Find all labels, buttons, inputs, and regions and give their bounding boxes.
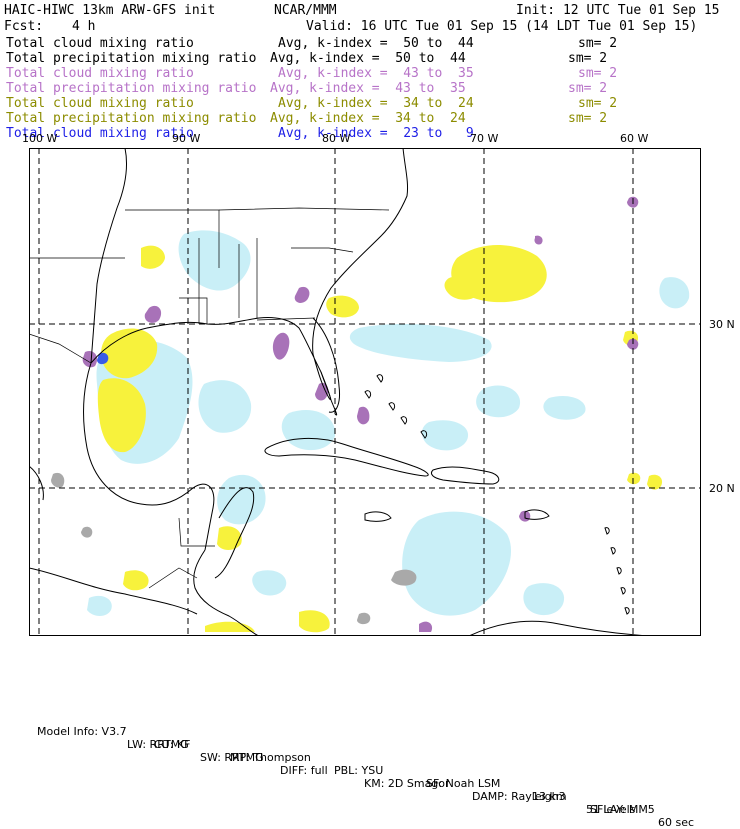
model-version: Model Info: V3.7 bbox=[37, 725, 127, 738]
eddy-coefficient: KM: 2D Smagor bbox=[364, 777, 450, 790]
legend-field: Total precipitation mixing ratio bbox=[6, 81, 257, 96]
legend-smoothing: sm= 2 bbox=[568, 111, 608, 126]
forecast-label: Fcst: bbox=[4, 19, 44, 34]
forecast-map bbox=[29, 148, 701, 636]
legend-range: Avg, k-index = 43 to 35 bbox=[270, 81, 466, 96]
init-time: Init: 12 UTC Tue 01 Sep 15 bbox=[516, 3, 720, 18]
lon-label: 80 W bbox=[322, 132, 351, 145]
valid-time: Valid: 16 UTC Tue 01 Sep 15 (14 LDT Tue … bbox=[306, 19, 698, 34]
legend-row: Total cloud mixing ratio Avg, k-index = … bbox=[6, 96, 726, 111]
organization: NCAR/MMM bbox=[274, 3, 337, 18]
legend-row: Total cloud mixing ratio Avg, k-index = … bbox=[6, 66, 726, 81]
shortwave-scheme: SW: RRTMG bbox=[200, 751, 264, 764]
legend-field: Total cloud mixing ratio bbox=[6, 36, 194, 51]
lon-label: 100 W bbox=[22, 132, 58, 145]
legend-row: Total precipitation mixing ratio Avg, k-… bbox=[6, 111, 726, 126]
legend-range: Avg, k-index = 50 to 44 bbox=[278, 36, 474, 51]
legend-field: Total precipitation mixing ratio bbox=[6, 51, 257, 66]
lon-label: 90 W bbox=[172, 132, 201, 145]
legend-field: Total precipitation mixing ratio bbox=[6, 111, 257, 126]
legend-smoothing: sm= 2 bbox=[578, 66, 618, 81]
lon-label: 60 W bbox=[620, 132, 649, 145]
legend-row: Total cloud mixing ratio Avg, k-index = … bbox=[6, 36, 726, 51]
legend-range: Avg, k-index = 23 to 9 bbox=[278, 126, 474, 141]
surface-layer: SFLAY: MM5 bbox=[590, 803, 655, 816]
legend-range: Avg, k-index = 34 to 24 bbox=[278, 96, 474, 111]
legend-field: Total cloud mixing ratio bbox=[6, 66, 194, 81]
forecast-hour: 4 h bbox=[72, 19, 96, 34]
legend-smoothing: sm= 2 bbox=[568, 81, 608, 96]
lon-label: 70 W bbox=[470, 132, 499, 145]
damping: DAMP: Rayleigh3 bbox=[472, 790, 566, 803]
legend-smoothing: sm= 2 bbox=[578, 36, 618, 51]
legend-range: Avg, k-index = 34 to 24 bbox=[270, 111, 466, 126]
legend-smoothing: sm= 2 bbox=[568, 51, 608, 66]
legend-row: Total precipitation mixing ratio Avg, k-… bbox=[6, 51, 726, 66]
model-info-line1: Model Info: V3.7 CU: KF MP: Thompson PBL… bbox=[30, 712, 694, 829]
legend-row: Total precipitation mixing ratio Avg, k-… bbox=[6, 81, 726, 96]
model-info-line2: LW: RRTMG SW: RRTMG DIFF: full KM: 2D Sm… bbox=[120, 725, 740, 816]
lat-label: 20 N bbox=[709, 482, 735, 495]
legend-range: Avg, k-index = 43 to 35 bbox=[278, 66, 474, 81]
map-title: HAIC-HIWC 13km ARW-GFS init bbox=[4, 3, 216, 18]
diffusion: DIFF: full bbox=[280, 764, 328, 777]
time-step: 60 sec bbox=[658, 816, 695, 829]
legend-field: Total cloud mixing ratio bbox=[6, 96, 194, 111]
legend-smoothing: sm= 2 bbox=[578, 96, 618, 111]
legend-range: Avg, k-index = 50 to 44 bbox=[270, 51, 466, 66]
legend-row: Total cloud mixing ratio Avg, k-index = … bbox=[6, 126, 726, 141]
lat-label: 30 N bbox=[709, 318, 735, 331]
